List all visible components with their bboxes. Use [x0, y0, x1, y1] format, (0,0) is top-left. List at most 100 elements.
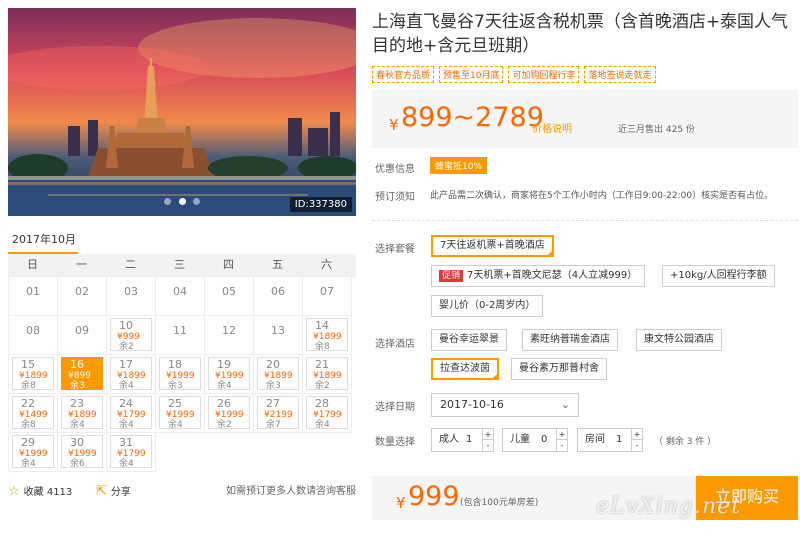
carousel-dot[interactable]: [164, 198, 171, 205]
day-stock: 余4: [119, 420, 134, 430]
weekday-label: 四: [223, 258, 234, 271]
calendar-day[interactable]: 19 ¥1999 余4: [205, 355, 254, 394]
package-option-luggage[interactable]: +10kg/人回程行李额: [662, 265, 775, 287]
calendar-day-box[interactable]: 28 ¥1799 余4: [306, 396, 348, 430]
package-option-flight-hotel[interactable]: 7天往返机票+首晚酒店: [431, 235, 554, 257]
day-stock: 余3: [168, 381, 183, 391]
hotel-option-convent-park[interactable]: 康文特公园酒店: [636, 329, 722, 351]
calendar-day-box[interactable]: 17 ¥1899 余4: [110, 357, 152, 391]
calendar-day-box[interactable]: 30 ¥1999 余6: [61, 435, 103, 469]
day-price: ¥1999: [19, 449, 48, 459]
calendar-day-box[interactable]: 23 ¥1899 余4: [61, 396, 103, 430]
day-stock: 余2: [315, 381, 330, 391]
calendar-day[interactable]: 26 ¥1999 余2: [205, 394, 254, 433]
calendar-day-box[interactable]: 15 ¥1899 余8: [12, 357, 54, 391]
price-explain-link[interactable]: 价格说明: [532, 120, 572, 135]
calendar-day[interactable]: 15 ¥1899 余8: [9, 355, 58, 394]
calendar-day[interactable]: 29 ¥1999 余4: [9, 433, 58, 472]
share-button[interactable]: ⇱ 分享: [96, 482, 131, 503]
date-select[interactable]: 2017-10-16 ⌄: [431, 393, 579, 417]
calendar-day-box[interactable]: 27 ¥2199 余7: [257, 396, 299, 430]
product-hero-image[interactable]: ID:337380: [8, 8, 356, 216]
day-stock: 余4: [21, 459, 36, 469]
decrement-button[interactable]: -: [632, 440, 642, 451]
calendar-day-box[interactable]: 19 ¥1999 余4: [208, 357, 250, 391]
price-currency: ¥: [389, 116, 399, 134]
room-value: 1: [616, 434, 623, 445]
increment-button[interactable]: +: [557, 429, 567, 440]
day-stock: 余2: [119, 342, 134, 352]
calendar-day-selected[interactable]: 16 ¥899 余3: [58, 355, 107, 394]
calendar-month: 2017年10月: [8, 228, 356, 254]
carousel-dot-active[interactable]: [178, 198, 186, 205]
calendar-day[interactable]: 30 ¥1999 余6: [58, 433, 107, 472]
day-price: ¥1799: [117, 410, 146, 420]
calendar-day: 03: [107, 277, 156, 316]
package-option-label: 婴儿价（0-2周岁内）: [439, 300, 536, 311]
calendar-day[interactable]: 31 ¥1799 余4: [107, 433, 156, 472]
remaining-stock: （ 剩余 3 件 ）: [654, 437, 717, 447]
calendar-day: 08: [9, 316, 58, 355]
day-stock: 余3: [70, 381, 85, 391]
share-label: 分享: [110, 487, 131, 498]
calendar-day-box[interactable]: 26 ¥1999 余2: [208, 396, 250, 430]
calendar-day[interactable]: 18 ¥1999 余3: [156, 355, 205, 394]
calendar-day[interactable]: 22 ¥1499 余8: [9, 394, 58, 433]
day-number: 25: [168, 397, 182, 410]
favorite-button[interactable]: ☆ 收藏 4113: [8, 482, 72, 503]
child-stepper[interactable]: 儿童 0 + -: [502, 428, 568, 452]
hotel-option-label: 曼谷素万那普村舍: [519, 363, 599, 374]
calendar-day-box[interactable]: 18 ¥1999 余3: [159, 357, 201, 391]
hotel-option-village[interactable]: 曼谷素万那普村舍: [511, 358, 607, 380]
decrement-button[interactable]: -: [483, 440, 493, 451]
room-stepper-buttons[interactable]: + -: [631, 429, 642, 451]
calendar-day-box[interactable]: 31 ¥1799 余4: [110, 435, 152, 469]
calendar-day[interactable]: 14 ¥1899 余8: [303, 316, 352, 355]
day-price: ¥2199: [264, 410, 293, 420]
calendar-day: 02: [58, 277, 107, 316]
calendar-day-box[interactable]: 25 ¥1999 余4: [159, 396, 201, 430]
calendar-day[interactable]: 20 ¥1899 余3: [254, 355, 303, 394]
package-option-label: 7天机票+首晚文尼瑟（4人立减999）: [467, 270, 638, 281]
child-stepper-buttons[interactable]: + -: [556, 429, 567, 451]
adult-stepper-buttons[interactable]: + -: [482, 429, 493, 451]
day-stock: 余8: [315, 342, 330, 352]
calendar-day[interactable]: 25 ¥1999 余4: [156, 394, 205, 433]
calendar-day-box[interactable]: 24 ¥1799 余4: [110, 396, 152, 430]
hotel-option-ratchada[interactable]: 拉查达波茵: [431, 358, 499, 380]
calendar-day[interactable]: 10 ¥999 余2: [107, 316, 156, 355]
calendar-day-box[interactable]: 20 ¥1899 余3: [257, 357, 299, 391]
calendar-day[interactable]: 17 ¥1899 余4: [107, 355, 156, 394]
day-number: 10: [119, 319, 133, 332]
day-stock: 余8: [21, 420, 36, 430]
carousel-dot[interactable]: [193, 198, 200, 205]
calendar-day-box[interactable]: 16 ¥899 余3: [61, 357, 103, 391]
adult-value: 1: [466, 434, 473, 445]
calendar-day[interactable]: 21 ¥1899 余2: [303, 355, 352, 394]
package-option-infant[interactable]: 婴儿价（0-2周岁内）: [431, 295, 544, 317]
decrement-button[interactable]: -: [557, 440, 567, 451]
calendar-day-box[interactable]: 10 ¥999 余2: [110, 318, 152, 352]
calendar-day-box[interactable]: 29 ¥1999 余4: [12, 435, 54, 469]
favorite-count: 收藏 4113: [23, 487, 73, 498]
child-label: 儿童: [510, 434, 530, 445]
calendar-day[interactable]: 24 ¥1799 余4: [107, 394, 156, 433]
hotel-option-lucky[interactable]: 曼谷幸运翠景: [431, 329, 507, 351]
calendar-day: 11: [156, 316, 205, 355]
day-number: 16: [70, 358, 84, 371]
increment-button[interactable]: +: [483, 429, 493, 440]
calendar-day-box[interactable]: 22 ¥1499 余8: [12, 396, 54, 430]
calendar-day[interactable]: 27 ¥2199 余7: [254, 394, 303, 433]
increment-button[interactable]: +: [632, 429, 642, 440]
promo-hot-tag: 促销: [439, 270, 464, 282]
calendar-day[interactable]: 23 ¥1899 余4: [58, 394, 107, 433]
adult-label: 成人: [439, 434, 459, 445]
hotel-option-suvarnabhumi[interactable]: 素旺纳普瑞金酒店: [522, 329, 618, 351]
package-option-promo[interactable]: 促销 7天机票+首晚文尼瑟（4人立减999）: [431, 265, 646, 287]
calendar-day-box[interactable]: 14 ¥1899 余8: [306, 318, 348, 352]
room-stepper[interactable]: 房间 1 + -: [577, 428, 643, 452]
adult-stepper[interactable]: 成人 1 + -: [431, 428, 494, 452]
calendar-day[interactable]: 28 ¥1799 余4: [303, 394, 352, 433]
day-stock: 余4: [315, 420, 330, 430]
calendar-day-box[interactable]: 21 ¥1899 余2: [306, 357, 348, 391]
